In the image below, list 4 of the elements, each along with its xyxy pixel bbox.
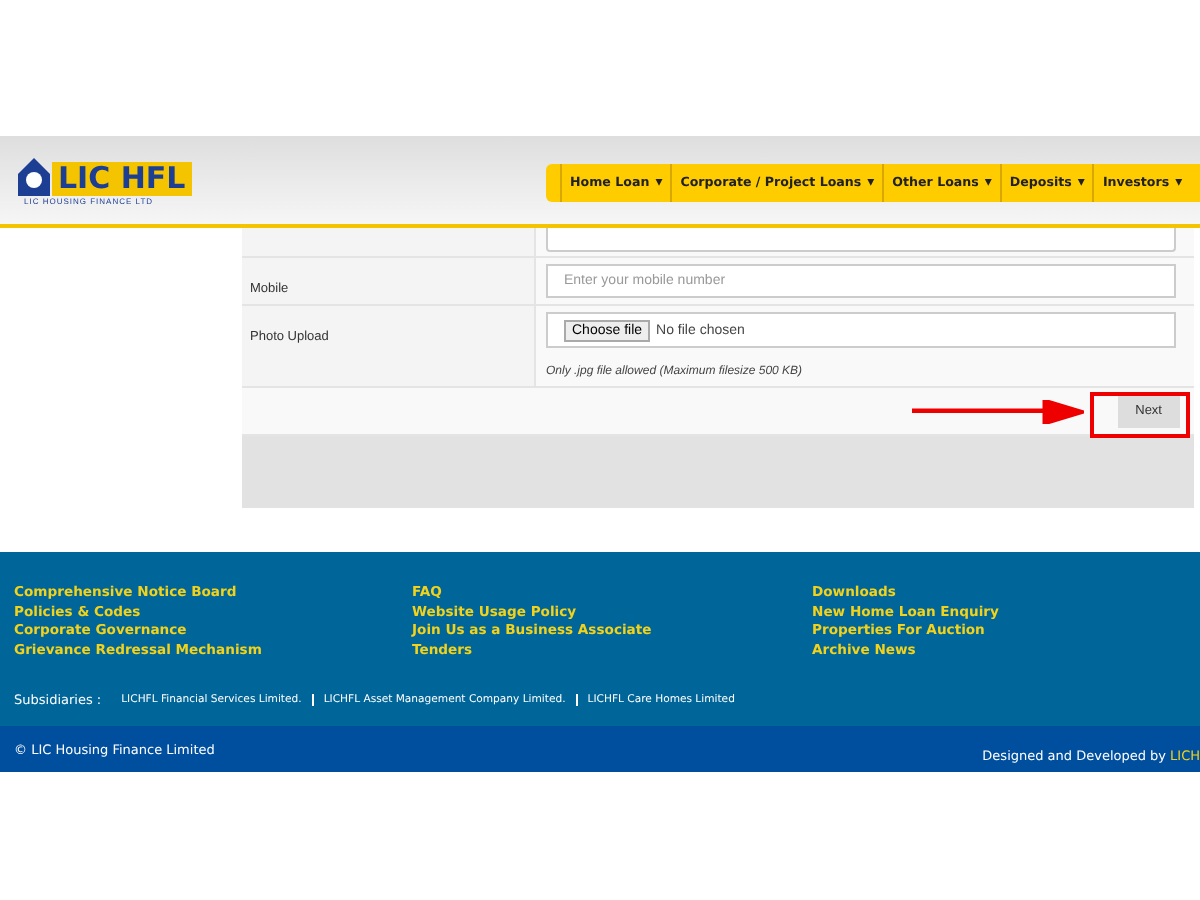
logo-title: LIC HFL [52,161,192,195]
textarea-field[interactable] [546,228,1176,252]
house-logo-icon [16,155,52,195]
highlight-box [1090,392,1190,438]
